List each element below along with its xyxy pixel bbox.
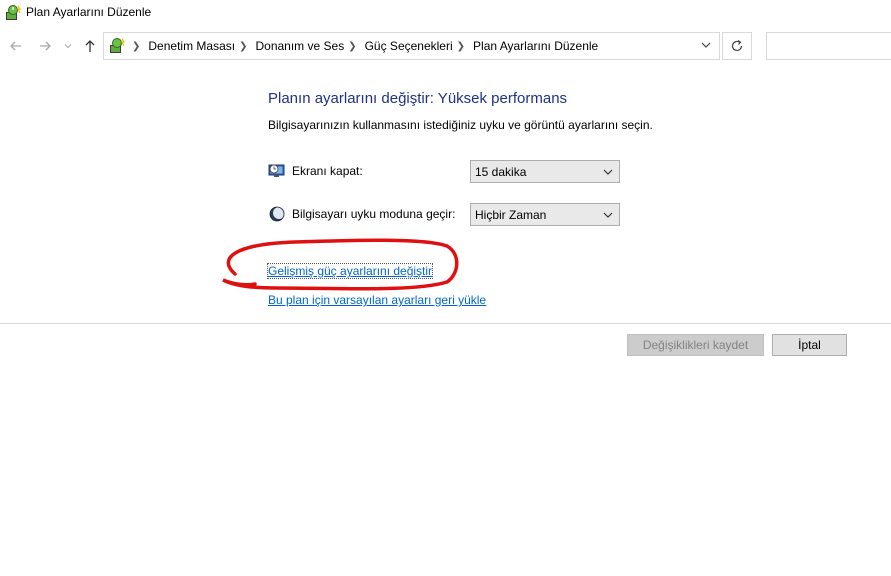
chevron-right-icon[interactable]: ❯ [132,41,140,52]
page-subtitle: Bilgisayarınızın kullanmasını istediğini… [268,118,653,132]
display-off-label: Ekranı kapat: [292,164,363,178]
setting-row-display-off: Ekranı kapat: 15 dakika [268,160,628,184]
display-off-select[interactable]: 15 dakika [470,160,620,183]
setting-row-sleep: Bilgisayarı uyku moduna geçir: Hiçbir Za… [268,203,628,227]
main-content: Planın ayarlarını değiştir: Yüksek perfo… [0,64,891,576]
control-panel-icon [110,38,126,53]
back-button[interactable] [6,36,26,56]
breadcrumb: ❯ Denetim Masası ❯ Donanım ve Ses ❯ Güç … [128,33,598,59]
sleep-select[interactable]: Hiçbir Zaman [470,203,620,226]
search-input[interactable] [766,32,891,60]
display-off-value: 15 dakika [475,165,527,179]
chevron-right-icon[interactable]: ❯ [348,41,356,52]
address-bar[interactable]: ❯ Denetim Masası ❯ Donanım ve Ses ❯ Güç … [103,32,720,60]
up-arrow-icon [85,40,95,52]
save-changes-button[interactable]: Değişiklikleri kaydet [627,334,764,356]
address-dropdown-button[interactable] [699,38,713,52]
power-plan-icon [6,5,22,20]
window: Plan Ayarlarını Düzenle ❯ Denetim Masası… [0,0,891,576]
refresh-button[interactable] [722,32,752,60]
chevron-down-icon [701,42,711,48]
title-bar: Plan Ayarlarını Düzenle [0,0,891,26]
monitor-clock-icon [268,164,285,177]
sleep-label: Bilgisayarı uyku moduna geçir: [292,207,456,221]
advanced-power-settings-link[interactable]: Gelişmiş güç ayarlarını değiştir [266,263,434,279]
breadcrumb-edit-plan[interactable]: Plan Ayarlarını Düzenle [473,39,598,53]
breadcrumb-control-panel[interactable]: Denetim Masası [148,39,235,53]
divider [0,323,891,324]
chevron-right-icon[interactable]: ❯ [239,41,247,52]
up-button[interactable] [80,36,100,56]
recent-locations-button[interactable] [61,36,75,56]
navigation-bar: ❯ Denetim Masası ❯ Donanım ve Ses ❯ Güç … [0,30,891,64]
breadcrumb-hardware-sound[interactable]: Donanım ve Ses [255,39,344,53]
forward-arrow-icon [40,41,51,51]
chevron-down-icon [603,169,613,175]
moon-icon [269,206,285,222]
sleep-value: Hiçbir Zaman [475,208,547,222]
window-title: Plan Ayarlarını Düzenle [26,5,152,19]
breadcrumb-power-options[interactable]: Güç Seçenekleri [365,39,453,53]
refresh-icon [731,40,743,52]
chevron-right-icon[interactable]: ❯ [457,41,465,52]
chevron-down-icon [64,44,72,49]
restore-defaults-link[interactable]: Bu plan için varsayılan ayarları geri yü… [268,293,486,307]
forward-button[interactable] [35,36,55,56]
page-title: Planın ayarlarını değiştir: Yüksek perfo… [268,90,568,107]
cancel-button[interactable]: İptal [772,334,847,356]
chevron-down-icon [603,212,613,218]
back-arrow-icon [10,41,21,51]
